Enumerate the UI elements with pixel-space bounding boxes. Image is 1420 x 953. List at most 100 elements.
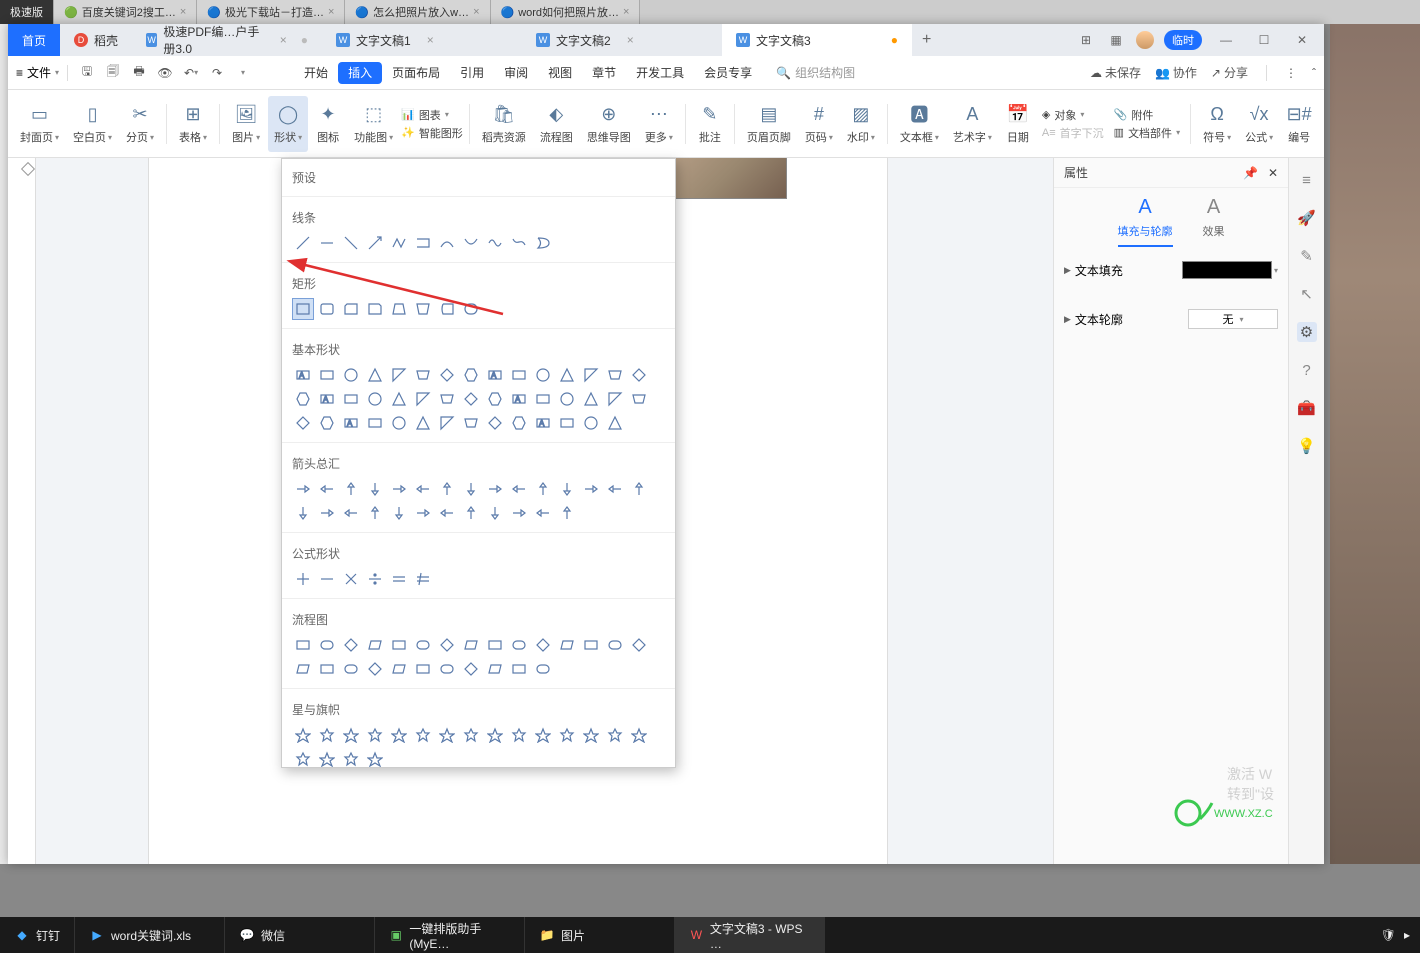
shape-option[interactable] — [532, 724, 554, 746]
collapse-ribbon-icon[interactable]: ˆ — [1312, 66, 1316, 80]
outline-dropdown[interactable]: 无▾ — [1188, 309, 1278, 329]
shape-option[interactable] — [460, 724, 482, 746]
ribbon-flowchart[interactable]: ⬖流程图 — [534, 96, 579, 152]
shape-option[interactable] — [292, 568, 314, 590]
minimize-button[interactable]: — — [1212, 33, 1240, 47]
ribbon-wordart[interactable]: A艺术字▾ — [947, 96, 998, 152]
shape-option[interactable] — [484, 634, 506, 656]
shape-option[interactable] — [436, 232, 458, 254]
ribbon-attachment[interactable]: 📎 附件 — [1114, 107, 1180, 123]
bulb-icon[interactable]: 💡 — [1297, 436, 1317, 456]
taskbar-item[interactable]: ▶word关键词.xls — [75, 917, 225, 953]
tab-vip[interactable]: 会员专享 — [694, 57, 762, 89]
shape-option[interactable] — [412, 364, 434, 386]
ribbon-shapes[interactable]: ◯形状▾ — [268, 96, 308, 152]
search-field[interactable]: 🔍 组织结构图 — [776, 64, 855, 81]
shape-option[interactable] — [316, 478, 338, 500]
shape-option[interactable] — [604, 364, 626, 386]
shape-option[interactable] — [628, 724, 650, 746]
shape-option[interactable] — [292, 658, 314, 680]
print-preview-icon[interactable]: 👁 — [154, 62, 176, 84]
layout-icon[interactable]: ⊞ — [1076, 32, 1096, 48]
shape-option[interactable]: A — [532, 412, 554, 434]
shape-option[interactable] — [292, 298, 314, 320]
shape-option[interactable] — [460, 478, 482, 500]
settings-icon[interactable]: ⚙ — [1297, 322, 1317, 342]
shape-option[interactable] — [484, 724, 506, 746]
shape-option[interactable] — [412, 298, 434, 320]
shape-option[interactable] — [292, 502, 314, 524]
ribbon-equation[interactable]: √x公式▾ — [1239, 96, 1279, 152]
redo-icon[interactable]: ↷ — [206, 62, 228, 84]
shape-option[interactable] — [292, 232, 314, 254]
tab-page-layout[interactable]: 页面布局 — [382, 57, 450, 89]
shape-option[interactable] — [316, 232, 338, 254]
shape-option[interactable] — [460, 502, 482, 524]
shape-option[interactable] — [364, 748, 386, 768]
shape-option[interactable] — [508, 412, 530, 434]
shape-option[interactable] — [484, 412, 506, 434]
shape-option[interactable] — [412, 634, 434, 656]
shape-option[interactable] — [532, 232, 554, 254]
shape-option[interactable] — [340, 364, 362, 386]
ribbon-smartart[interactable]: ⬚功能图▾ — [348, 96, 399, 152]
shape-option[interactable]: A — [484, 364, 506, 386]
shape-option[interactable] — [604, 478, 626, 500]
shape-option[interactable] — [292, 748, 314, 768]
shape-option[interactable] — [436, 658, 458, 680]
shape-option[interactable] — [556, 412, 578, 434]
expand-icon[interactable]: ▶ — [1064, 265, 1071, 276]
shape-option[interactable] — [364, 724, 386, 746]
ribbon-textbox[interactable]: 🅰文本框▾ — [894, 96, 945, 152]
tab-dev[interactable]: 开发工具 — [626, 57, 694, 89]
shape-option[interactable] — [340, 658, 362, 680]
tab-chapter[interactable]: 章节 — [582, 57, 626, 89]
shape-option[interactable] — [340, 298, 362, 320]
shape-option[interactable] — [628, 478, 650, 500]
shape-option[interactable] — [412, 502, 434, 524]
shape-option[interactable] — [388, 298, 410, 320]
unsaved-button[interactable]: ☁ 未保存 — [1090, 64, 1141, 81]
shape-option[interactable] — [508, 364, 530, 386]
ribbon-blank[interactable]: ▯空白页▾ — [67, 96, 118, 152]
shape-option[interactable] — [316, 568, 338, 590]
ribbon-date[interactable]: 📅日期 — [1000, 96, 1036, 152]
print-icon[interactable]: 🖶 — [128, 62, 150, 84]
shape-option[interactable] — [340, 724, 362, 746]
shape-option[interactable] — [292, 634, 314, 656]
shape-option[interactable] — [340, 232, 362, 254]
shape-option[interactable] — [484, 502, 506, 524]
shape-option[interactable] — [604, 724, 626, 746]
shape-option[interactable] — [508, 634, 530, 656]
file-menu[interactable]: ≡文件▾ — [16, 64, 59, 81]
shape-option[interactable] — [532, 502, 554, 524]
shape-option[interactable] — [556, 502, 578, 524]
ribbon-icons[interactable]: ✦图标 — [310, 96, 346, 152]
shape-option[interactable] — [460, 658, 482, 680]
ribbon-smartgraphic[interactable]: ✨ 智能图形 — [401, 125, 463, 141]
shape-option[interactable] — [364, 502, 386, 524]
shape-option[interactable] — [556, 364, 578, 386]
close-panel-icon[interactable]: ✕ — [1268, 166, 1278, 180]
shape-option[interactable] — [388, 412, 410, 434]
close-icon[interactable]: × — [473, 6, 479, 18]
shape-option[interactable] — [556, 388, 578, 410]
pencil-icon[interactable]: ✎ — [1297, 246, 1317, 266]
shape-option[interactable] — [364, 364, 386, 386]
hamburger-icon[interactable]: ≡ — [1297, 170, 1317, 190]
shape-option[interactable] — [388, 658, 410, 680]
ribbon-pagenumber[interactable]: #页码▾ — [799, 96, 839, 152]
ribbon-watermark[interactable]: ▨水印▾ — [841, 96, 881, 152]
shape-option[interactable] — [412, 658, 434, 680]
shape-option[interactable] — [316, 364, 338, 386]
close-icon[interactable]: × — [180, 6, 186, 18]
shape-option[interactable] — [436, 724, 458, 746]
more-icon[interactable]: ⋮ — [1285, 66, 1298, 80]
shape-option[interactable] — [580, 412, 602, 434]
shape-option[interactable] — [412, 478, 434, 500]
shape-option[interactable] — [388, 364, 410, 386]
shape-option[interactable] — [604, 634, 626, 656]
tray-more-icon[interactable]: ▸ — [1404, 928, 1410, 942]
ribbon-more[interactable]: ⋯更多▾ — [639, 96, 679, 152]
shape-option[interactable] — [436, 298, 458, 320]
